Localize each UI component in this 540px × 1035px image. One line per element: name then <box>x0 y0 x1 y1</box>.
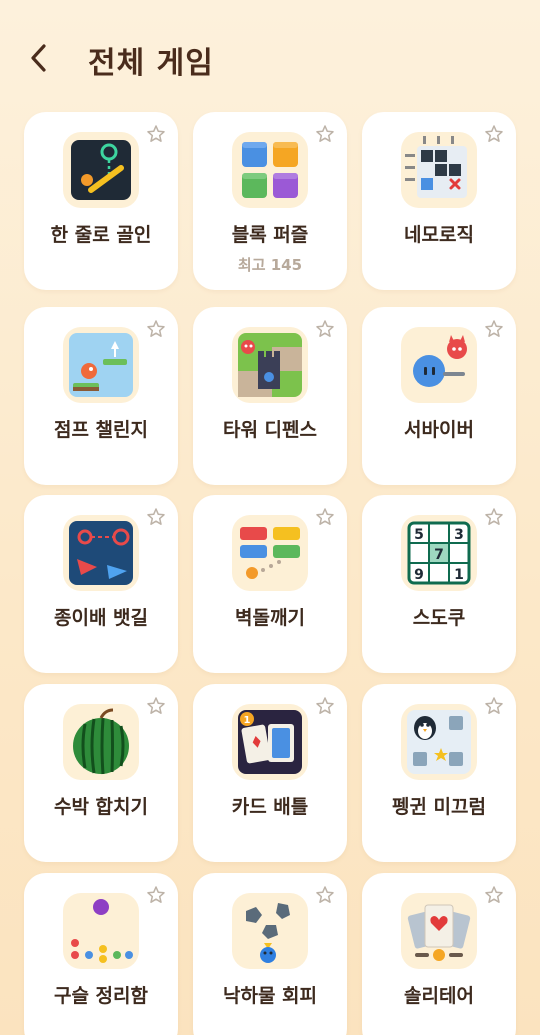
sudoku-cell: 1 <box>454 567 464 583</box>
game-card-jump-challenge[interactable]: 점프 챌린지 <box>24 307 178 485</box>
favorite-star-icon[interactable] <box>484 319 504 339</box>
favorite-star-icon[interactable] <box>315 507 335 527</box>
favorite-star-icon[interactable] <box>315 319 335 339</box>
game-name: 수박 합치기 <box>53 796 148 818</box>
game-card-marble-sort[interactable]: 구슬 정리함 <box>24 873 178 1035</box>
game-card-paper-boat[interactable]: 종이배 뱃길 <box>24 495 178 673</box>
survivor-icon <box>401 327 477 403</box>
game-name: 한 줄로 골인 <box>50 224 152 246</box>
sudoku-cell: 3 <box>454 527 464 543</box>
card-battle-icon: 1 <box>232 704 308 780</box>
block-puzzle-icon <box>232 132 308 208</box>
watermelon-icon <box>63 704 139 780</box>
game-name: 블록 퍼즐 <box>231 224 309 246</box>
sudoku-icon: 5 3 7 9 1 <box>401 515 477 591</box>
paper-boat-icon <box>63 515 139 591</box>
game-card-tower-defense[interactable]: 타워 디펜스 <box>193 307 347 485</box>
game-card-solitaire[interactable]: 솔리테어 <box>362 873 516 1035</box>
best-score: 최고 145 <box>237 256 303 274</box>
favorite-star-icon[interactable] <box>315 696 335 716</box>
favorite-star-icon[interactable] <box>315 885 335 905</box>
sudoku-cell: 5 <box>414 527 424 543</box>
game-name: 점프 챌린지 <box>53 419 148 441</box>
sudoku-cell: 7 <box>434 547 444 563</box>
game-card-penguin-slide[interactable]: 펭귄 미끄럼 <box>362 684 516 862</box>
favorite-star-icon[interactable] <box>146 507 166 527</box>
marble-sort-icon <box>63 893 139 969</box>
game-name: 솔리테어 <box>404 985 474 1007</box>
game-card-brick-breaker[interactable]: 벽돌깨기 <box>193 495 347 673</box>
game-name: 네모로직 <box>404 224 474 246</box>
sudoku-cell: 9 <box>414 567 424 583</box>
game-name: 타워 디펜스 <box>222 419 317 441</box>
game-name: 벽돌깨기 <box>235 607 305 629</box>
favorite-star-icon[interactable] <box>146 319 166 339</box>
jump-challenge-icon <box>63 327 139 403</box>
game-card-survivor[interactable]: 서바이버 <box>362 307 516 485</box>
game-card-falling-dodge[interactable]: 낙하물 회피 <box>193 873 347 1035</box>
penguin-slide-icon <box>401 704 477 780</box>
game-card-card-battle[interactable]: 1 카드 배틀 <box>193 684 347 862</box>
game-card-sudoku[interactable]: 5 3 7 9 1 스도쿠 <box>362 495 516 673</box>
card-level-badge: 1 <box>244 715 251 726</box>
tower-defense-icon <box>232 327 308 403</box>
game-name: 카드 배틀 <box>231 796 309 818</box>
favorite-star-icon[interactable] <box>484 124 504 144</box>
favorite-star-icon[interactable] <box>484 696 504 716</box>
favorite-star-icon[interactable] <box>315 124 335 144</box>
game-name: 스도쿠 <box>412 607 466 629</box>
back-arrow-icon[interactable] <box>22 38 58 78</box>
game-name: 펭귄 미끄럼 <box>391 796 486 818</box>
one-line-goal-icon <box>63 132 139 208</box>
game-name: 낙하물 회피 <box>222 985 317 1007</box>
game-name: 구슬 정리함 <box>53 985 148 1007</box>
game-name: 서바이버 <box>404 419 474 441</box>
game-name: 종이배 뱃길 <box>53 607 148 629</box>
solitaire-icon <box>401 893 477 969</box>
favorite-star-icon[interactable] <box>146 696 166 716</box>
favorite-star-icon[interactable] <box>146 885 166 905</box>
game-card-block-puzzle[interactable]: 블록 퍼즐 최고 145 <box>193 112 347 290</box>
page-title: 전체 게임 <box>88 46 214 81</box>
nemologic-icon <box>401 132 477 208</box>
favorite-star-icon[interactable] <box>146 124 166 144</box>
brick-breaker-icon <box>232 515 308 591</box>
game-card-one-line-goal[interactable]: 한 줄로 골인 <box>24 112 178 290</box>
falling-dodge-icon <box>232 893 308 969</box>
game-card-nemologic[interactable]: 네모로직 <box>362 112 516 290</box>
game-card-watermelon[interactable]: 수박 합치기 <box>24 684 178 862</box>
favorite-star-icon[interactable] <box>484 885 504 905</box>
header: 전체 게임 <box>0 0 540 110</box>
favorite-star-icon[interactable] <box>484 507 504 527</box>
